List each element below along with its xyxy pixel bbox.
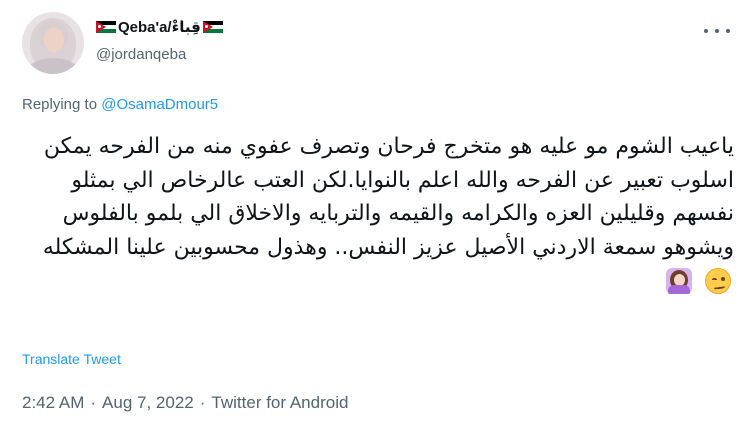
replying-prefix: Replying to bbox=[22, 96, 102, 113]
tweet-date[interactable]: Aug 7, 2022 bbox=[102, 393, 194, 413]
avatar-face bbox=[44, 28, 64, 52]
jordan-flag-icon bbox=[202, 20, 223, 34]
avatar[interactable] bbox=[22, 12, 84, 74]
woman-facepalming-emoji-icon bbox=[666, 268, 692, 294]
tweet-meta: 2:42 AM · Aug 7, 2022 · Twitter for Andr… bbox=[22, 393, 348, 413]
author-handle[interactable]: @jordanqeba bbox=[96, 46, 186, 63]
tweet-source: Twitter for Android bbox=[211, 393, 349, 412]
more-options-icon[interactable] bbox=[704, 22, 730, 40]
meta-separator: · bbox=[199, 393, 206, 412]
reply-mention-link[interactable]: @OsamaDmour5 bbox=[101, 96, 218, 113]
jordan-flag-icon bbox=[96, 20, 116, 34]
woozy-face-emoji-icon bbox=[705, 268, 731, 294]
author-name-row[interactable]: Qeba'a/قِباءْ bbox=[96, 16, 223, 38]
tweet-card: Qeba'a/قِباءْ @jordanqeba Replying to @O… bbox=[0, 0, 750, 430]
replying-to: Replying to @OsamaDmour5 bbox=[22, 96, 218, 113]
tweet-text-content: ياعيب الشوم مو عليه هو متخرج فرحان وتصرف… bbox=[42, 134, 734, 260]
author-display-name-text: Qeba'a/قِباءْ bbox=[118, 19, 201, 36]
tweet-text: ياعيب الشوم مو عليه هو متخرج فرحان وتصرف… bbox=[22, 130, 734, 298]
tweet-time[interactable]: 2:42 AM bbox=[22, 393, 84, 413]
meta-separator: · bbox=[90, 393, 97, 412]
translate-tweet-link[interactable]: Translate Tweet bbox=[22, 351, 121, 367]
author-display-name[interactable]: Qeba'a/قِباءْ bbox=[96, 18, 223, 36]
